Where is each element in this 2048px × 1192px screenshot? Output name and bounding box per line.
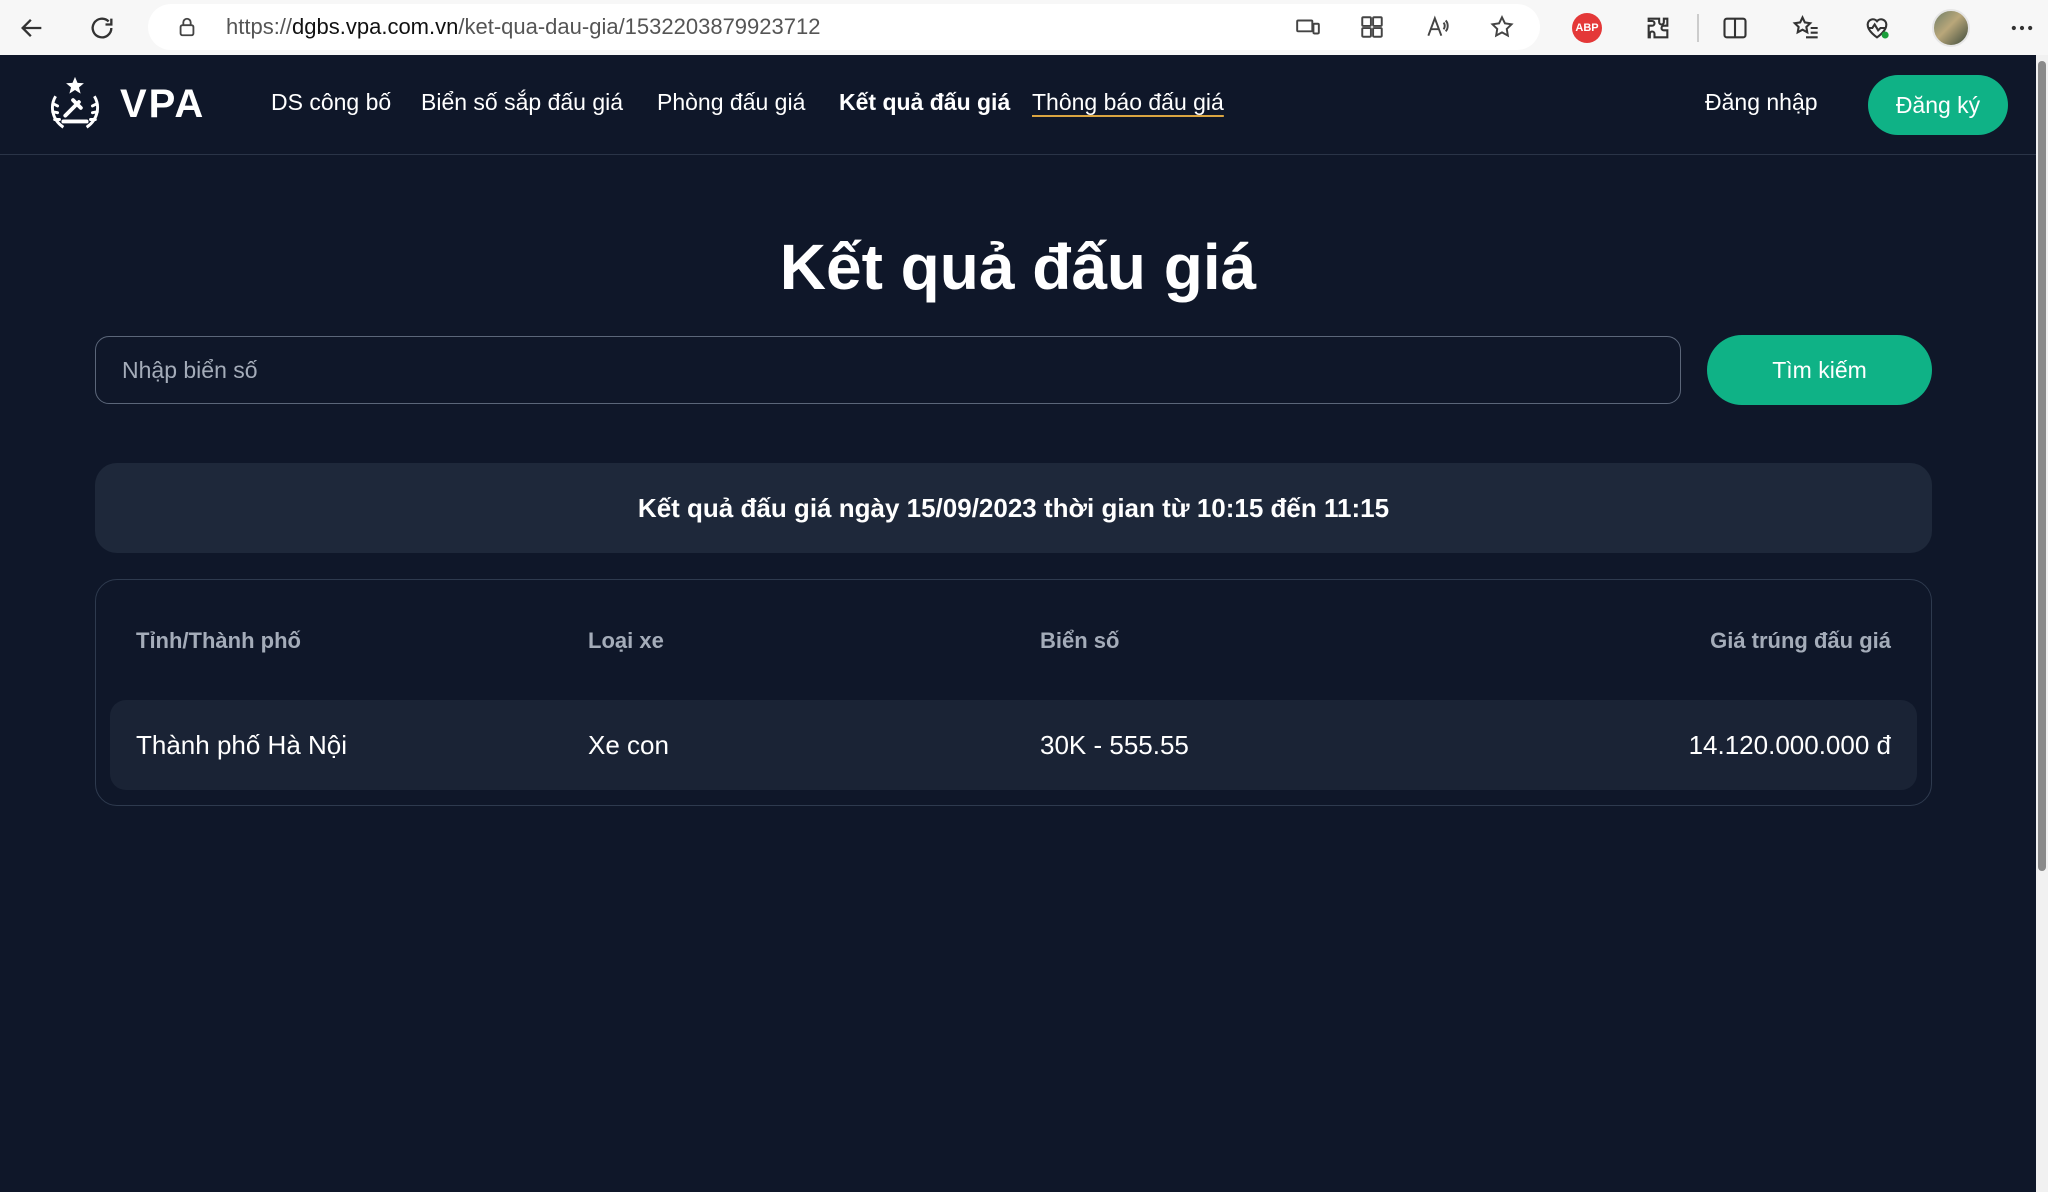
nav-phong-dau-gia[interactable]: Phòng đấu giá: [657, 89, 805, 116]
favorite-star-icon[interactable]: [1487, 12, 1517, 42]
back-icon[interactable]: [10, 6, 54, 50]
page-scrollbar[interactable]: [2036, 55, 2048, 1192]
adblock-icon[interactable]: ABP: [1565, 6, 1609, 50]
logo-text: VPA: [120, 81, 206, 126]
plate-search-input[interactable]: [95, 336, 1681, 404]
address-bar[interactable]: https://dgbs.vpa.com.vn/ket-qua-dau-gia/…: [148, 4, 1540, 50]
more-menu-icon[interactable]: [2000, 6, 2044, 50]
apps-grid-icon[interactable]: [1357, 12, 1387, 42]
page-title: Kết quả đấu giá: [779, 231, 1257, 303]
url-host: dgbs.vpa.com.vn: [292, 14, 459, 39]
login-link[interactable]: Đăng nhập: [1705, 89, 1818, 116]
column-header-vehicle-type: Loại xe: [588, 628, 664, 653]
lock-icon[interactable]: [176, 16, 198, 38]
avatar: [1932, 9, 1970, 47]
extensions-icon[interactable]: [1636, 6, 1680, 50]
read-aloud-icon[interactable]: [1422, 12, 1452, 42]
url-text[interactable]: https://dgbs.vpa.com.vn/ket-qua-dau-gia/…: [226, 4, 820, 50]
toolbar-divider: [1697, 14, 1699, 42]
site-header: VPA DS công bố Biển số sắp đấu giá Phòng…: [0, 55, 2036, 155]
vpa-emblem-icon: [51, 76, 99, 129]
nav-ket-qua-dau-gia[interactable]: Kết quả đấu giá: [839, 89, 1010, 116]
refresh-icon[interactable]: [80, 6, 124, 50]
browser-health-icon[interactable]: [1855, 6, 1899, 50]
split-screen-icon[interactable]: [1713, 6, 1757, 50]
cell-plate: 30K - 555.55: [1040, 730, 1189, 760]
cell-province: Thành phố Hà Nội: [136, 730, 348, 760]
profile-avatar[interactable]: [1929, 6, 1973, 50]
column-header-winning-price: Giá trúng đấu giá: [1710, 628, 1891, 653]
url-path: /ket-qua-dau-gia/1532203879923712: [458, 14, 821, 39]
favorites-list-icon[interactable]: [1784, 6, 1828, 50]
nav-ds-cong-bo[interactable]: DS công bố: [271, 89, 391, 116]
results-table: Tỉnh/Thành phố Loại xe Biển số Giá trúng…: [95, 579, 1932, 806]
site-logo[interactable]: VPA: [44, 73, 205, 135]
table-row[interactable]: Thành phố Hà Nội Xe con 30K - 555.55 14.…: [110, 700, 1917, 790]
column-header-plate: Biển số: [1040, 628, 1120, 653]
nav-thong-bao-dau-gia[interactable]: Thông báo đấu giá: [1032, 89, 1224, 116]
scrollbar-thumb[interactable]: [2038, 61, 2046, 871]
adblock-label: ABP: [1572, 13, 1602, 43]
cell-vehicle-type: Xe con: [588, 730, 669, 760]
nav-bien-so-sap-dau-gia[interactable]: Biển số sắp đấu giá: [421, 89, 623, 116]
browser-toolbar: https://dgbs.vpa.com.vn/ket-qua-dau-gia/…: [0, 0, 2048, 55]
url-scheme: https://: [226, 14, 293, 39]
cell-winning-price: 14.120.000.000 đ: [1688, 730, 1891, 760]
column-header-province: Tỉnh/Thành phố: [136, 628, 301, 653]
result-banner: Kết quả đấu giá ngày 15/09/2023 thời gia…: [95, 463, 1932, 553]
signup-button[interactable]: Đăng ký: [1868, 75, 2008, 135]
search-button[interactable]: Tìm kiếm: [1707, 335, 1932, 405]
device-icon[interactable]: [1293, 12, 1323, 42]
